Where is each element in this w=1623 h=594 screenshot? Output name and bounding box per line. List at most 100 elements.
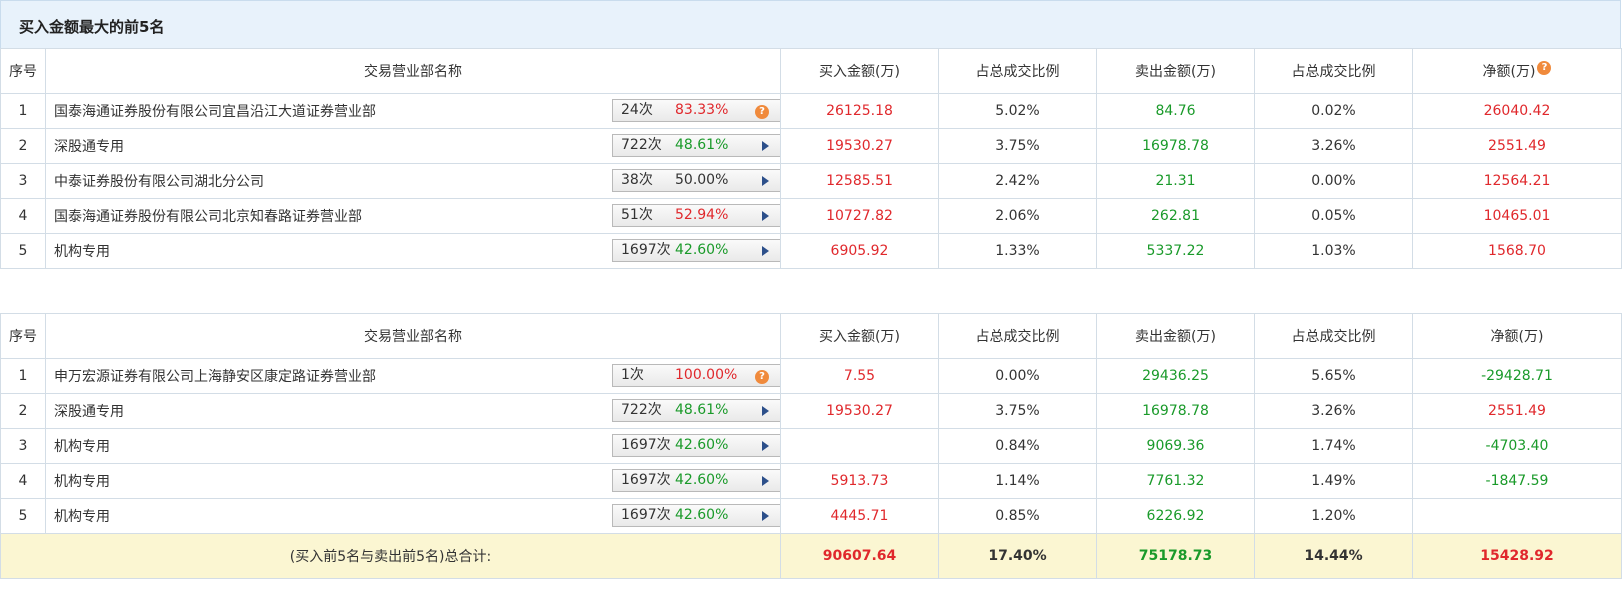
sell-amount: 21.31: [1096, 163, 1255, 199]
win-rate: 48.61%: [675, 137, 729, 153]
appearance-count: 51次: [621, 207, 653, 223]
net-amount: 2551.49: [1412, 128, 1622, 164]
col-header-sell: 卖出金额(万): [1096, 48, 1255, 94]
history-stats-button[interactable]: 51次 52.94%: [612, 204, 780, 227]
history-stats-button[interactable]: 722次 48.61%: [612, 134, 780, 157]
play-arrow-icon[interactable]: [762, 141, 769, 151]
help-icon[interactable]: ?: [1537, 61, 1552, 75]
buy-table: 序号 交易营业部名称 买入金额(万) 占总成交比例 卖出金额(万) 占总成交比例…: [0, 48, 1622, 269]
buy-amount: [780, 428, 939, 464]
dragon-tiger-board: 买入金额最大的前5名 序号 交易营业部名称 买入金额(万) 占总成交比例 卖出金…: [0, 0, 1623, 594]
appearance-count: 24次: [621, 102, 653, 118]
buy-amount: 12585.51: [780, 163, 939, 199]
buy-ratio: 5.02%: [938, 93, 1097, 129]
col-header-sell: 卖出金额(万): [1096, 313, 1255, 359]
branch-name-link[interactable]: 机构专用: [54, 506, 110, 526]
row-index: 2: [0, 128, 46, 164]
total-sell: 75178.73: [1096, 533, 1255, 579]
help-icon[interactable]: ?: [755, 104, 769, 119]
buy-ratio: 3.75%: [938, 393, 1097, 429]
win-rate: 42.60%: [675, 507, 729, 523]
buy-ratio: 3.75%: [938, 128, 1097, 164]
branch-name-cell: 国泰海通证券股份有限公司宜昌沿江大道证券营业部 24次 83.33%?: [45, 93, 781, 129]
branch-name-cell: 深股通专用 722次 48.61%: [45, 128, 781, 164]
col-header-buy-ratio: 占总成交比例: [938, 313, 1097, 359]
buy-amount: 10727.82: [780, 198, 939, 234]
history-stats-button[interactable]: 24次 83.33%?: [612, 99, 780, 122]
branch-name-link[interactable]: 机构专用: [54, 471, 110, 491]
sell-ratio: 5.65%: [1254, 358, 1413, 394]
buy-ratio: 0.00%: [938, 358, 1097, 394]
history-stats-button[interactable]: 722次 48.61%: [612, 399, 780, 422]
play-arrow-icon[interactable]: [762, 176, 769, 186]
col-header-name: 交易营业部名称: [45, 313, 781, 359]
net-amount: 12564.21: [1412, 163, 1622, 199]
appearance-count: 1697次: [621, 472, 671, 488]
play-arrow-icon[interactable]: [762, 511, 769, 521]
table-header-row: 序号 交易营业部名称 买入金额(万) 占总成交比例 卖出金额(万) 占总成交比例…: [0, 48, 1622, 94]
play-arrow-icon[interactable]: [762, 476, 769, 486]
history-stats-button[interactable]: 1697次 42.60%: [612, 239, 780, 262]
win-rate: 42.60%: [675, 242, 729, 258]
sell-ratio: 1.74%: [1254, 428, 1413, 464]
sell-ratio: 0.00%: [1254, 163, 1413, 199]
table-row: 3 中泰证券股份有限公司湖北分公司 38次 50.00% 12585.51 2.42% 21…: [0, 163, 1622, 199]
branch-name-cell: 国泰海通证券股份有限公司北京知春路证券营业部 51次 52.94%: [45, 198, 781, 234]
row-index: 1: [0, 93, 46, 129]
history-stats-button[interactable]: 1697次 42.60%: [612, 469, 780, 492]
history-stats-button[interactable]: 38次 50.00%: [612, 169, 780, 192]
col-header-net: 净额(万)?: [1412, 48, 1622, 94]
sell-ratio: 0.05%: [1254, 198, 1413, 234]
win-rate: 42.60%: [675, 437, 729, 453]
appearance-count: 722次: [621, 137, 662, 153]
play-arrow-icon[interactable]: [762, 406, 769, 416]
play-arrow-icon[interactable]: [762, 246, 769, 256]
total-net: 15428.92: [1412, 533, 1622, 579]
branch-name-link[interactable]: 深股通专用: [54, 136, 124, 156]
buy-ratio: 0.85%: [938, 498, 1097, 534]
sell-table: 序号 交易营业部名称 买入金额(万) 占总成交比例 卖出金额(万) 占总成交比例…: [0, 313, 1622, 579]
total-buy-ratio: 17.40%: [938, 533, 1097, 579]
branch-name-link[interactable]: 机构专用: [54, 436, 110, 456]
table-row: 4 机构专用 1697次 42.60% 5913.73 1.14% 7761.32 1.49%…: [0, 463, 1622, 499]
row-index: 4: [0, 198, 46, 234]
col-header-sell-ratio: 占总成交比例: [1254, 48, 1413, 94]
play-arrow-icon[interactable]: [762, 441, 769, 451]
branch-name-link[interactable]: 深股通专用: [54, 401, 124, 421]
play-arrow-icon[interactable]: [762, 211, 769, 221]
net-amount: [1412, 498, 1622, 534]
history-stats-button[interactable]: 1697次 42.60%: [612, 504, 780, 527]
history-stats-button[interactable]: 1697次 42.60%: [612, 434, 780, 457]
table-header-row: 序号 交易营业部名称 买入金额(万) 占总成交比例 卖出金额(万) 占总成交比例…: [0, 313, 1622, 359]
total-label: (买入前5名与卖出前5名)总合计:: [0, 533, 781, 579]
history-stats-button[interactable]: 1次 100.00%?: [612, 364, 780, 387]
total-sell-ratio: 14.44%: [1254, 533, 1413, 579]
net-amount: 26040.42: [1412, 93, 1622, 129]
branch-name-link[interactable]: 机构专用: [54, 241, 110, 261]
table-row: 5 机构专用 1697次 42.60% 6905.92 1.33% 5337.22 1.03%…: [0, 233, 1622, 269]
buy-amount: 19530.27: [780, 393, 939, 429]
table-row: 2 深股通专用 722次 48.61% 19530.27 3.75% 16978.78 3.2…: [0, 393, 1622, 429]
branch-name-link[interactable]: 申万宏源证券有限公司上海静安区康定路证券营业部: [54, 366, 376, 386]
buy-ratio: 2.06%: [938, 198, 1097, 234]
sell-ratio: 3.26%: [1254, 128, 1413, 164]
row-index: 1: [0, 358, 46, 394]
col-header-net: 净额(万): [1412, 313, 1622, 359]
help-icon[interactable]: ?: [755, 369, 769, 384]
branch-name-link[interactable]: 中泰证券股份有限公司湖北分公司: [54, 171, 264, 191]
win-rate: 48.61%: [675, 402, 729, 418]
branch-name-link[interactable]: 国泰海通证券股份有限公司北京知春路证券营业部: [54, 206, 362, 226]
section-gap: [0, 269, 1621, 319]
table-row: 3 机构专用 1697次 42.60% 0.84% 9069.36 1.74% -4703.4…: [0, 428, 1622, 464]
row-index: 5: [0, 498, 46, 534]
sell-ratio: 3.26%: [1254, 393, 1413, 429]
sell-amount: 7761.32: [1096, 463, 1255, 499]
row-index: 3: [0, 163, 46, 199]
win-rate: 100.00%: [675, 367, 738, 383]
sell-amount: 84.76: [1096, 93, 1255, 129]
branch-name-link[interactable]: 国泰海通证券股份有限公司宜昌沿江大道证券营业部: [54, 101, 376, 121]
table-row: 1 国泰海通证券股份有限公司宜昌沿江大道证券营业部 24次 83.33%? 26125.…: [0, 93, 1622, 129]
net-amount: -1847.59: [1412, 463, 1622, 499]
table-row: 4 国泰海通证券股份有限公司北京知春路证券营业部 51次 52.94% 10727.82…: [0, 198, 1622, 234]
buy-amount: 4445.71: [780, 498, 939, 534]
